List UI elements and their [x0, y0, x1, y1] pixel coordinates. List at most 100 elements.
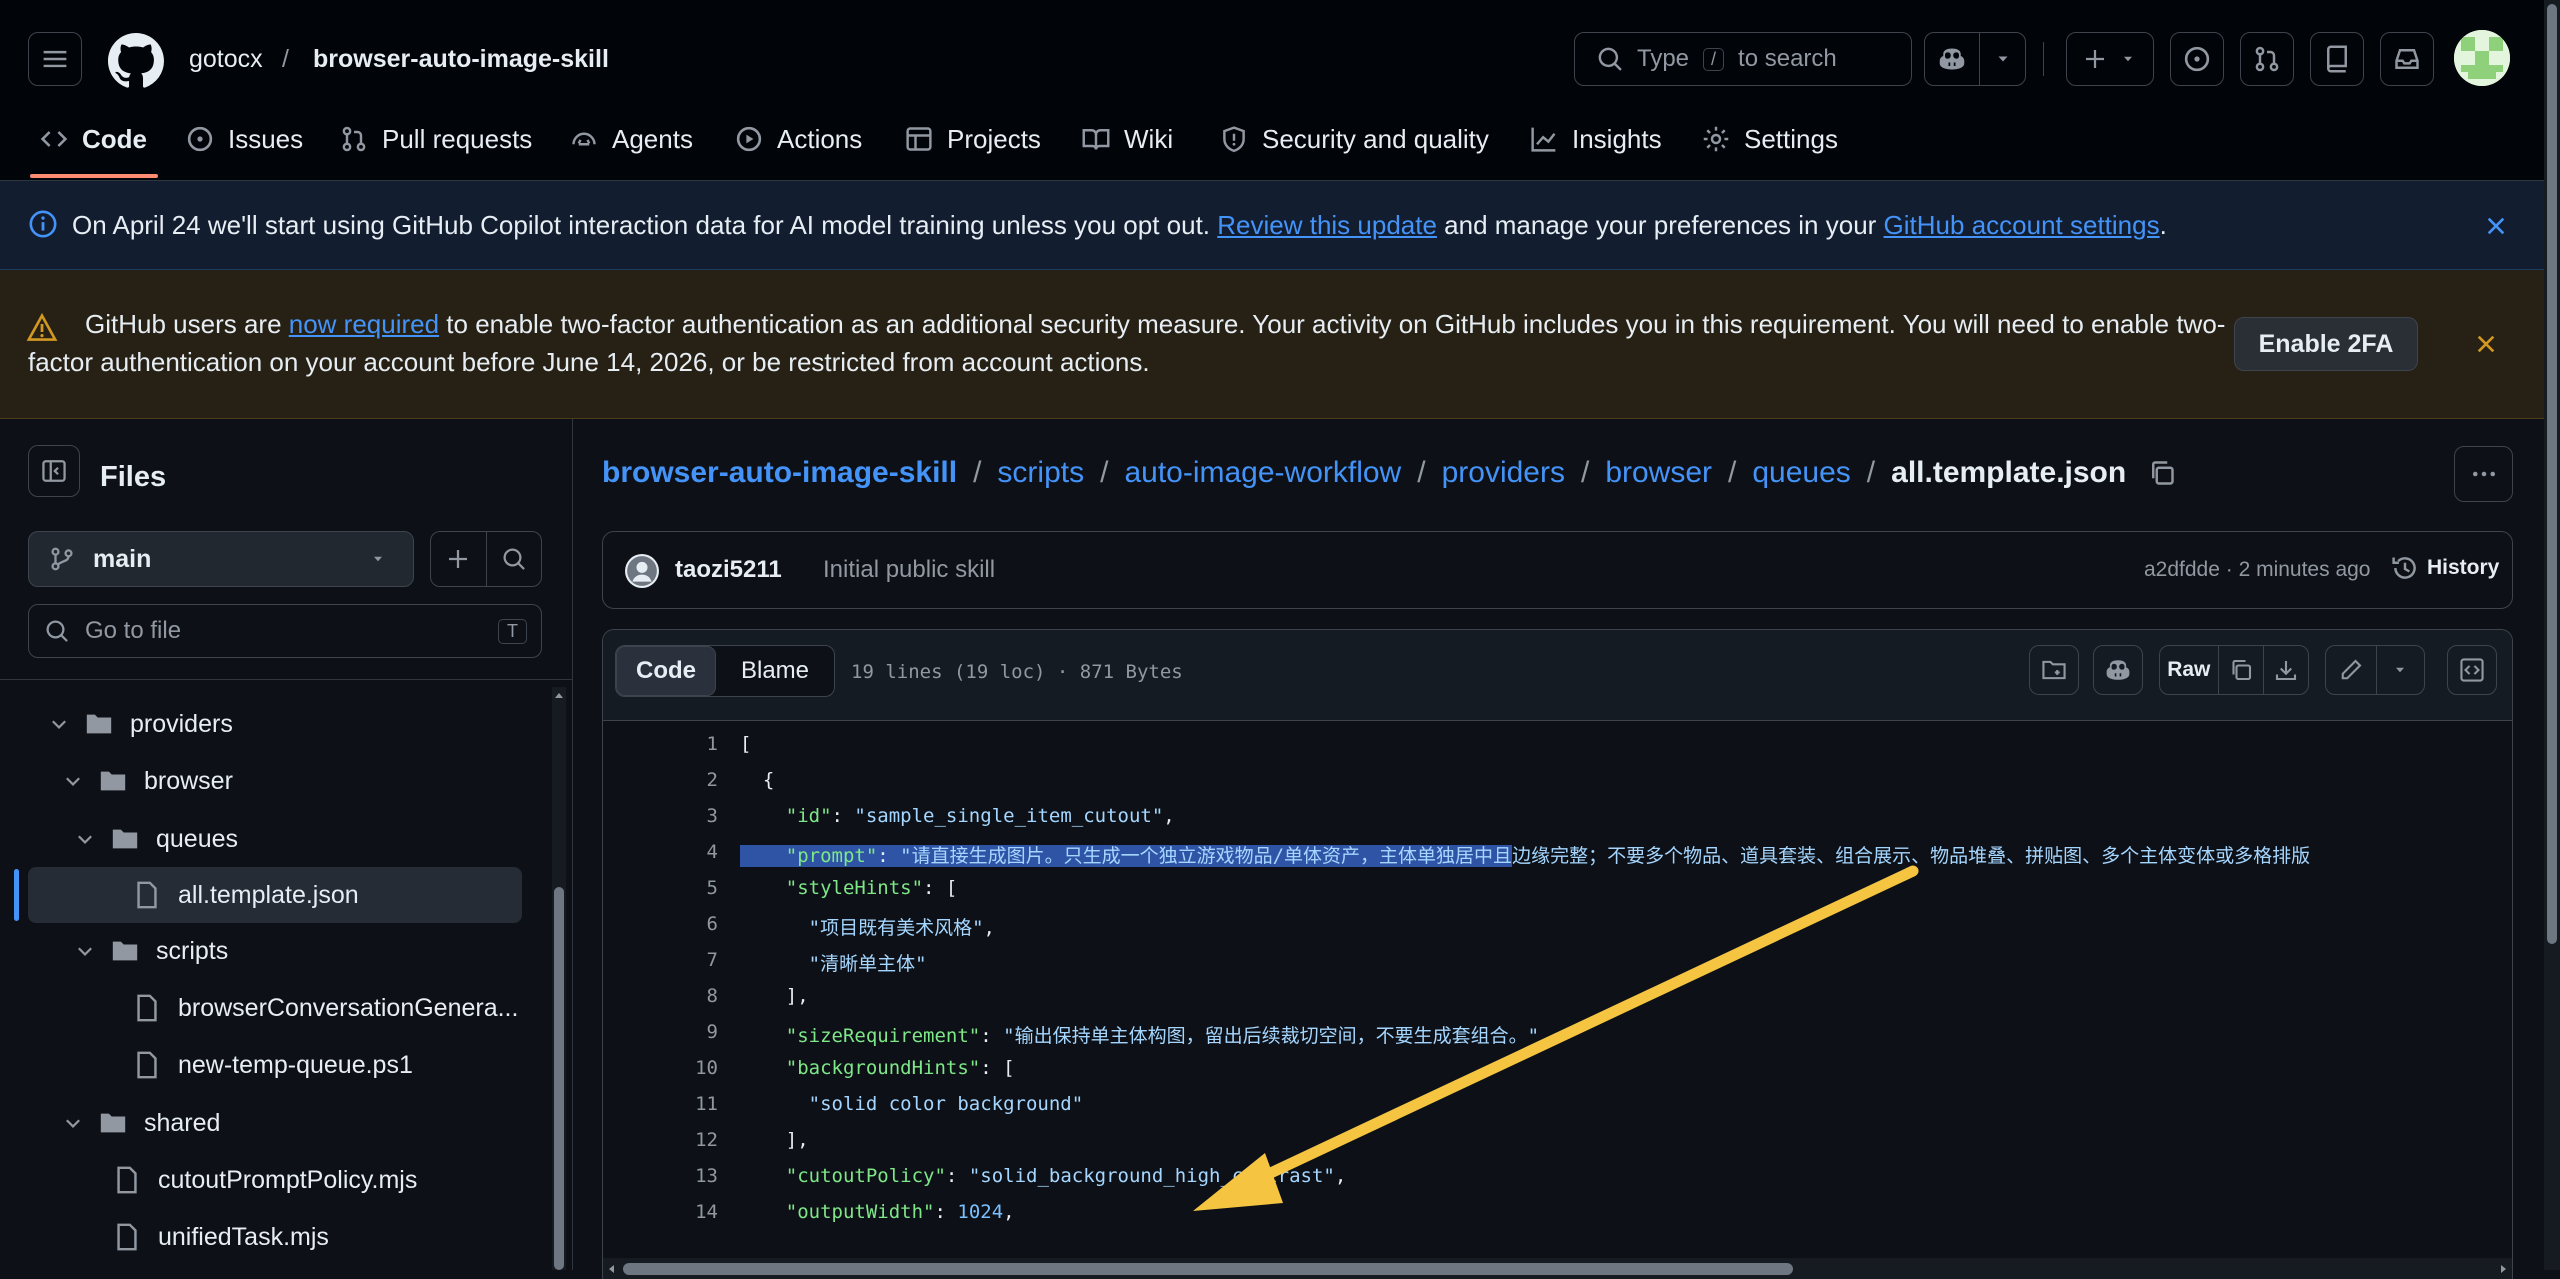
breadcrumb-browser[interactable]: browser: [1605, 456, 1712, 490]
breadcrumb-repo[interactable]: browser-auto-image-skill: [602, 456, 957, 490]
pull-requests-button[interactable]: [2240, 32, 2294, 86]
tree-folder-queues[interactable]: queues: [0, 811, 545, 867]
edit-file-button[interactable]: [2326, 658, 2376, 682]
github-logo-icon[interactable]: [108, 33, 164, 89]
menu-button[interactable]: [28, 32, 82, 86]
scrollbar-thumb[interactable]: [2547, 4, 2557, 944]
review-update-link[interactable]: Review this update: [1217, 210, 1437, 240]
global-header: gotocx / browser-auto-image-skill Type /…: [0, 0, 2544, 181]
tree-file-cutout-prompt-policy[interactable]: cutoutPromptPolicy.mjs: [0, 1152, 545, 1208]
branch-selector[interactable]: main: [28, 531, 414, 587]
page-scrollbar[interactable]: [2544, 0, 2560, 1270]
tab-code[interactable]: Code: [40, 118, 147, 160]
shortcut-key: T: [498, 618, 527, 644]
breadcrumb-separator: /: [973, 456, 982, 489]
tab-wiki[interactable]: Wiki: [1082, 118, 1173, 160]
folder-icon: [112, 829, 138, 849]
edit-dropdown-button[interactable]: [2376, 661, 2424, 679]
sidebar-scrollbar[interactable]: [552, 687, 566, 1270]
tree-folder-scripts[interactable]: scripts: [0, 923, 545, 979]
tab-actions[interactable]: Actions: [735, 118, 862, 160]
folder-icon: [100, 771, 126, 791]
tree-label: new-temp-queue.ps1: [178, 1050, 413, 1079]
file-info: 19 lines (19 loc) · 871 Bytes: [851, 661, 1183, 683]
tab-projects[interactable]: Projects: [905, 118, 1041, 160]
history-button[interactable]: History: [2391, 554, 2499, 582]
owner-link[interactable]: gotocx: [189, 41, 263, 77]
file-tree: providers browser queues all.template.js…: [0, 681, 572, 1270]
tree-file-unified-task[interactable]: unifiedTask.mjs: [0, 1209, 545, 1265]
scroll-right-arrow-icon[interactable]: [2498, 1263, 2510, 1275]
tree-file-new-temp-queue[interactable]: new-temp-queue.ps1: [0, 1037, 545, 1093]
raw-button[interactable]: Raw: [2160, 658, 2218, 682]
tab-insights[interactable]: Insights: [1530, 118, 1662, 160]
tab-issues[interactable]: Issues: [186, 118, 303, 160]
account-settings-link[interactable]: GitHub account settings: [1884, 210, 2160, 240]
create-new-button[interactable]: [2066, 32, 2154, 86]
inbox-button[interactable]: [2380, 32, 2434, 86]
collapse-sidebar-button[interactable]: [28, 445, 80, 497]
commit-author[interactable]: taozi5211: [675, 556, 782, 584]
close-icon[interactable]: [2473, 331, 2499, 357]
commit-message[interactable]: Initial public skill: [823, 556, 995, 584]
scroll-left-arrow-icon[interactable]: [605, 1263, 617, 1275]
author-avatar[interactable]: [625, 554, 659, 588]
breadcrumb-queues[interactable]: queues: [1752, 456, 1850, 490]
more-options-button[interactable]: [2454, 446, 2513, 502]
scrollbar-thumb[interactable]: [554, 887, 564, 1270]
search-icon: [1598, 47, 1622, 71]
alert-triangle-icon: [26, 312, 58, 341]
file-directory-icon: [2042, 660, 2066, 680]
ask-copilot-button[interactable]: [2093, 645, 2143, 695]
commit-meta[interactable]: a2dfdde · 2 minutes ago: [2144, 558, 2371, 582]
notice-text: .: [2159, 210, 2167, 240]
tree-folder-browser[interactable]: browser: [0, 753, 545, 809]
now-required-link[interactable]: now required: [289, 309, 439, 339]
search-files-button[interactable]: [486, 547, 541, 571]
active-tab-indicator: [30, 174, 158, 178]
code-view-button[interactable]: Code: [616, 646, 716, 696]
copy-raw-button[interactable]: [2219, 658, 2264, 682]
tab-label: Agents: [612, 123, 693, 154]
actions-play-icon: [736, 126, 762, 152]
copy-icon: [2232, 659, 2252, 681]
avatar[interactable]: [2454, 30, 2510, 86]
branch-icon: [51, 547, 73, 571]
open-in-folder-button[interactable]: [2029, 645, 2079, 695]
copy-path-icon[interactable]: [2148, 459, 2176, 487]
close-icon[interactable]: [2483, 213, 2509, 239]
tree-file-all-template-json[interactable]: all.template.json: [28, 867, 522, 923]
notice-text: On April 24 we'll start using GitHub Cop…: [72, 210, 1218, 240]
tree-label: providers: [130, 709, 233, 738]
search-input[interactable]: Type / to search: [1574, 32, 1912, 86]
go-to-file-input[interactable]: Go to file T: [28, 604, 542, 658]
tree-label: shared: [144, 1108, 221, 1137]
tree-file-browser-conversation[interactable]: browserConversationGenera...: [0, 980, 545, 1036]
horizontal-scrollbar[interactable]: [603, 1258, 2512, 1279]
chevron-down-icon: [2123, 56, 2133, 62]
issue-icon: [2184, 46, 2210, 72]
enable-2fa-button[interactable]: Enable 2FA: [2234, 317, 2418, 371]
copilot-menu-button[interactable]: [1924, 32, 2026, 86]
breadcrumb-scripts[interactable]: scripts: [997, 456, 1084, 490]
chevron-down-icon: [373, 556, 383, 562]
history-label: History: [2427, 556, 2500, 579]
tab-agents[interactable]: Agents: [570, 118, 693, 160]
download-button[interactable]: [2264, 658, 2308, 682]
tab-security[interactable]: Security and quality: [1220, 118, 1489, 160]
repo-link[interactable]: browser-auto-image-skill: [313, 41, 609, 77]
breadcrumb-providers[interactable]: providers: [1442, 456, 1565, 490]
tab-settings[interactable]: Settings: [1702, 118, 1838, 160]
issues-button[interactable]: [2170, 32, 2224, 86]
scrollbar-thumb[interactable]: [623, 1263, 1793, 1275]
repositories-button[interactable]: [2310, 32, 2364, 86]
tree-folder-providers[interactable]: providers: [0, 696, 545, 752]
breadcrumb-auto-image-workflow[interactable]: auto-image-workflow: [1124, 456, 1401, 490]
blame-view-button[interactable]: Blame: [716, 646, 834, 696]
tree-folder-shared[interactable]: shared: [0, 1095, 545, 1151]
add-file-button[interactable]: [431, 547, 486, 571]
scroll-up-arrow-icon[interactable]: [553, 689, 565, 701]
file-icon: [137, 994, 157, 1022]
tab-pull-requests[interactable]: Pull requests: [340, 118, 532, 160]
symbols-panel-button[interactable]: [2447, 645, 2497, 695]
